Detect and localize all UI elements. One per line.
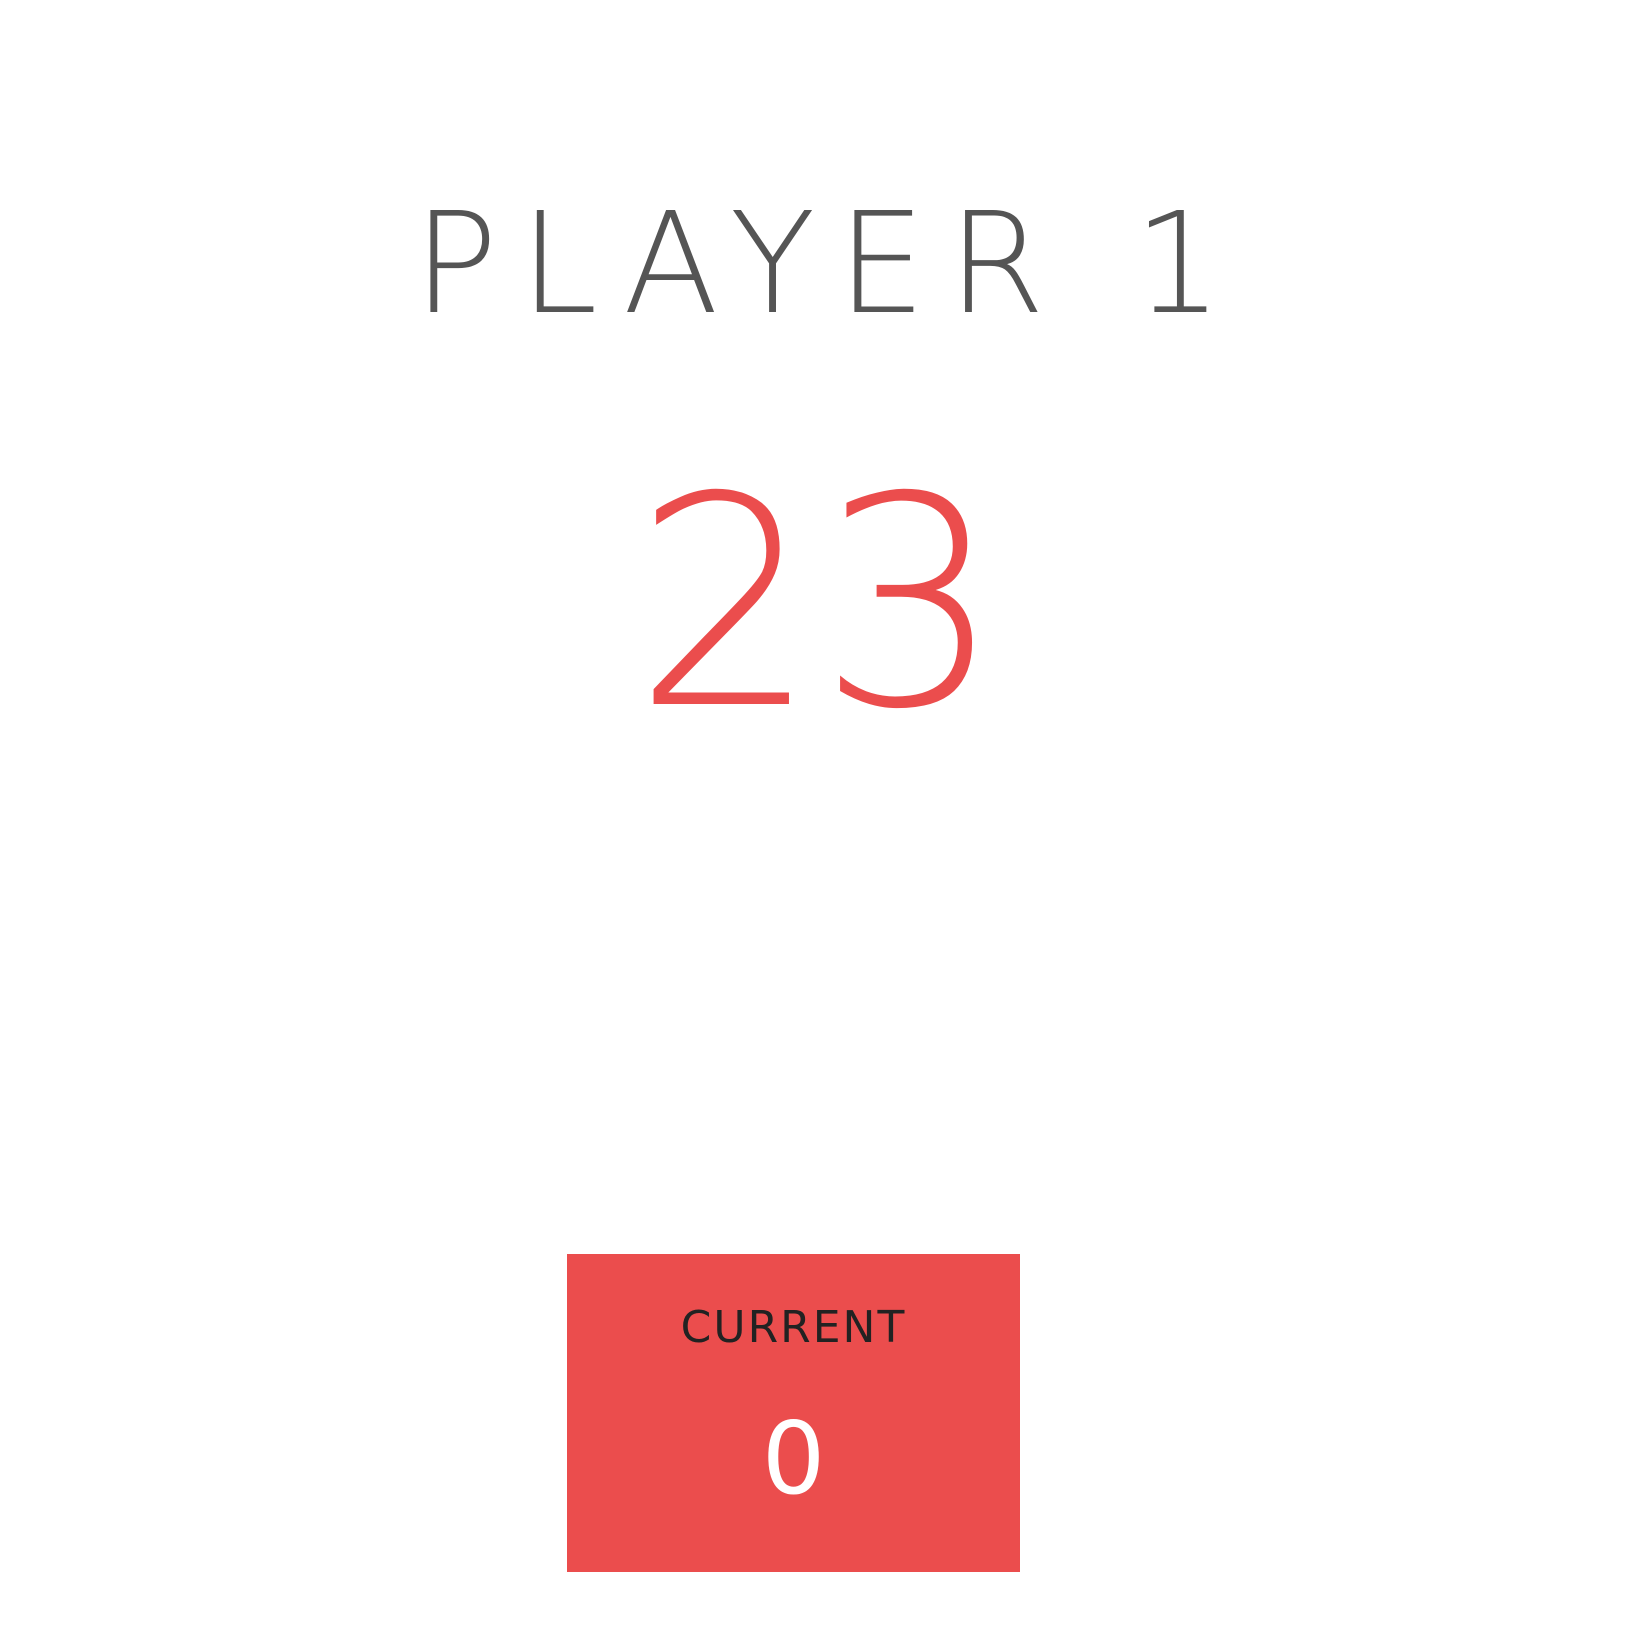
player-total-score: 23: [633, 436, 1003, 773]
current-label: CURRENT: [680, 1302, 907, 1353]
current-score-box: CURRENT 0: [567, 1254, 1020, 1572]
current-score-value: 0: [761, 1400, 826, 1517]
player-name: PLAYER 1: [413, 183, 1245, 346]
player-panel: PLAYER 1 23 CURRENT 0: [0, 0, 1636, 1636]
